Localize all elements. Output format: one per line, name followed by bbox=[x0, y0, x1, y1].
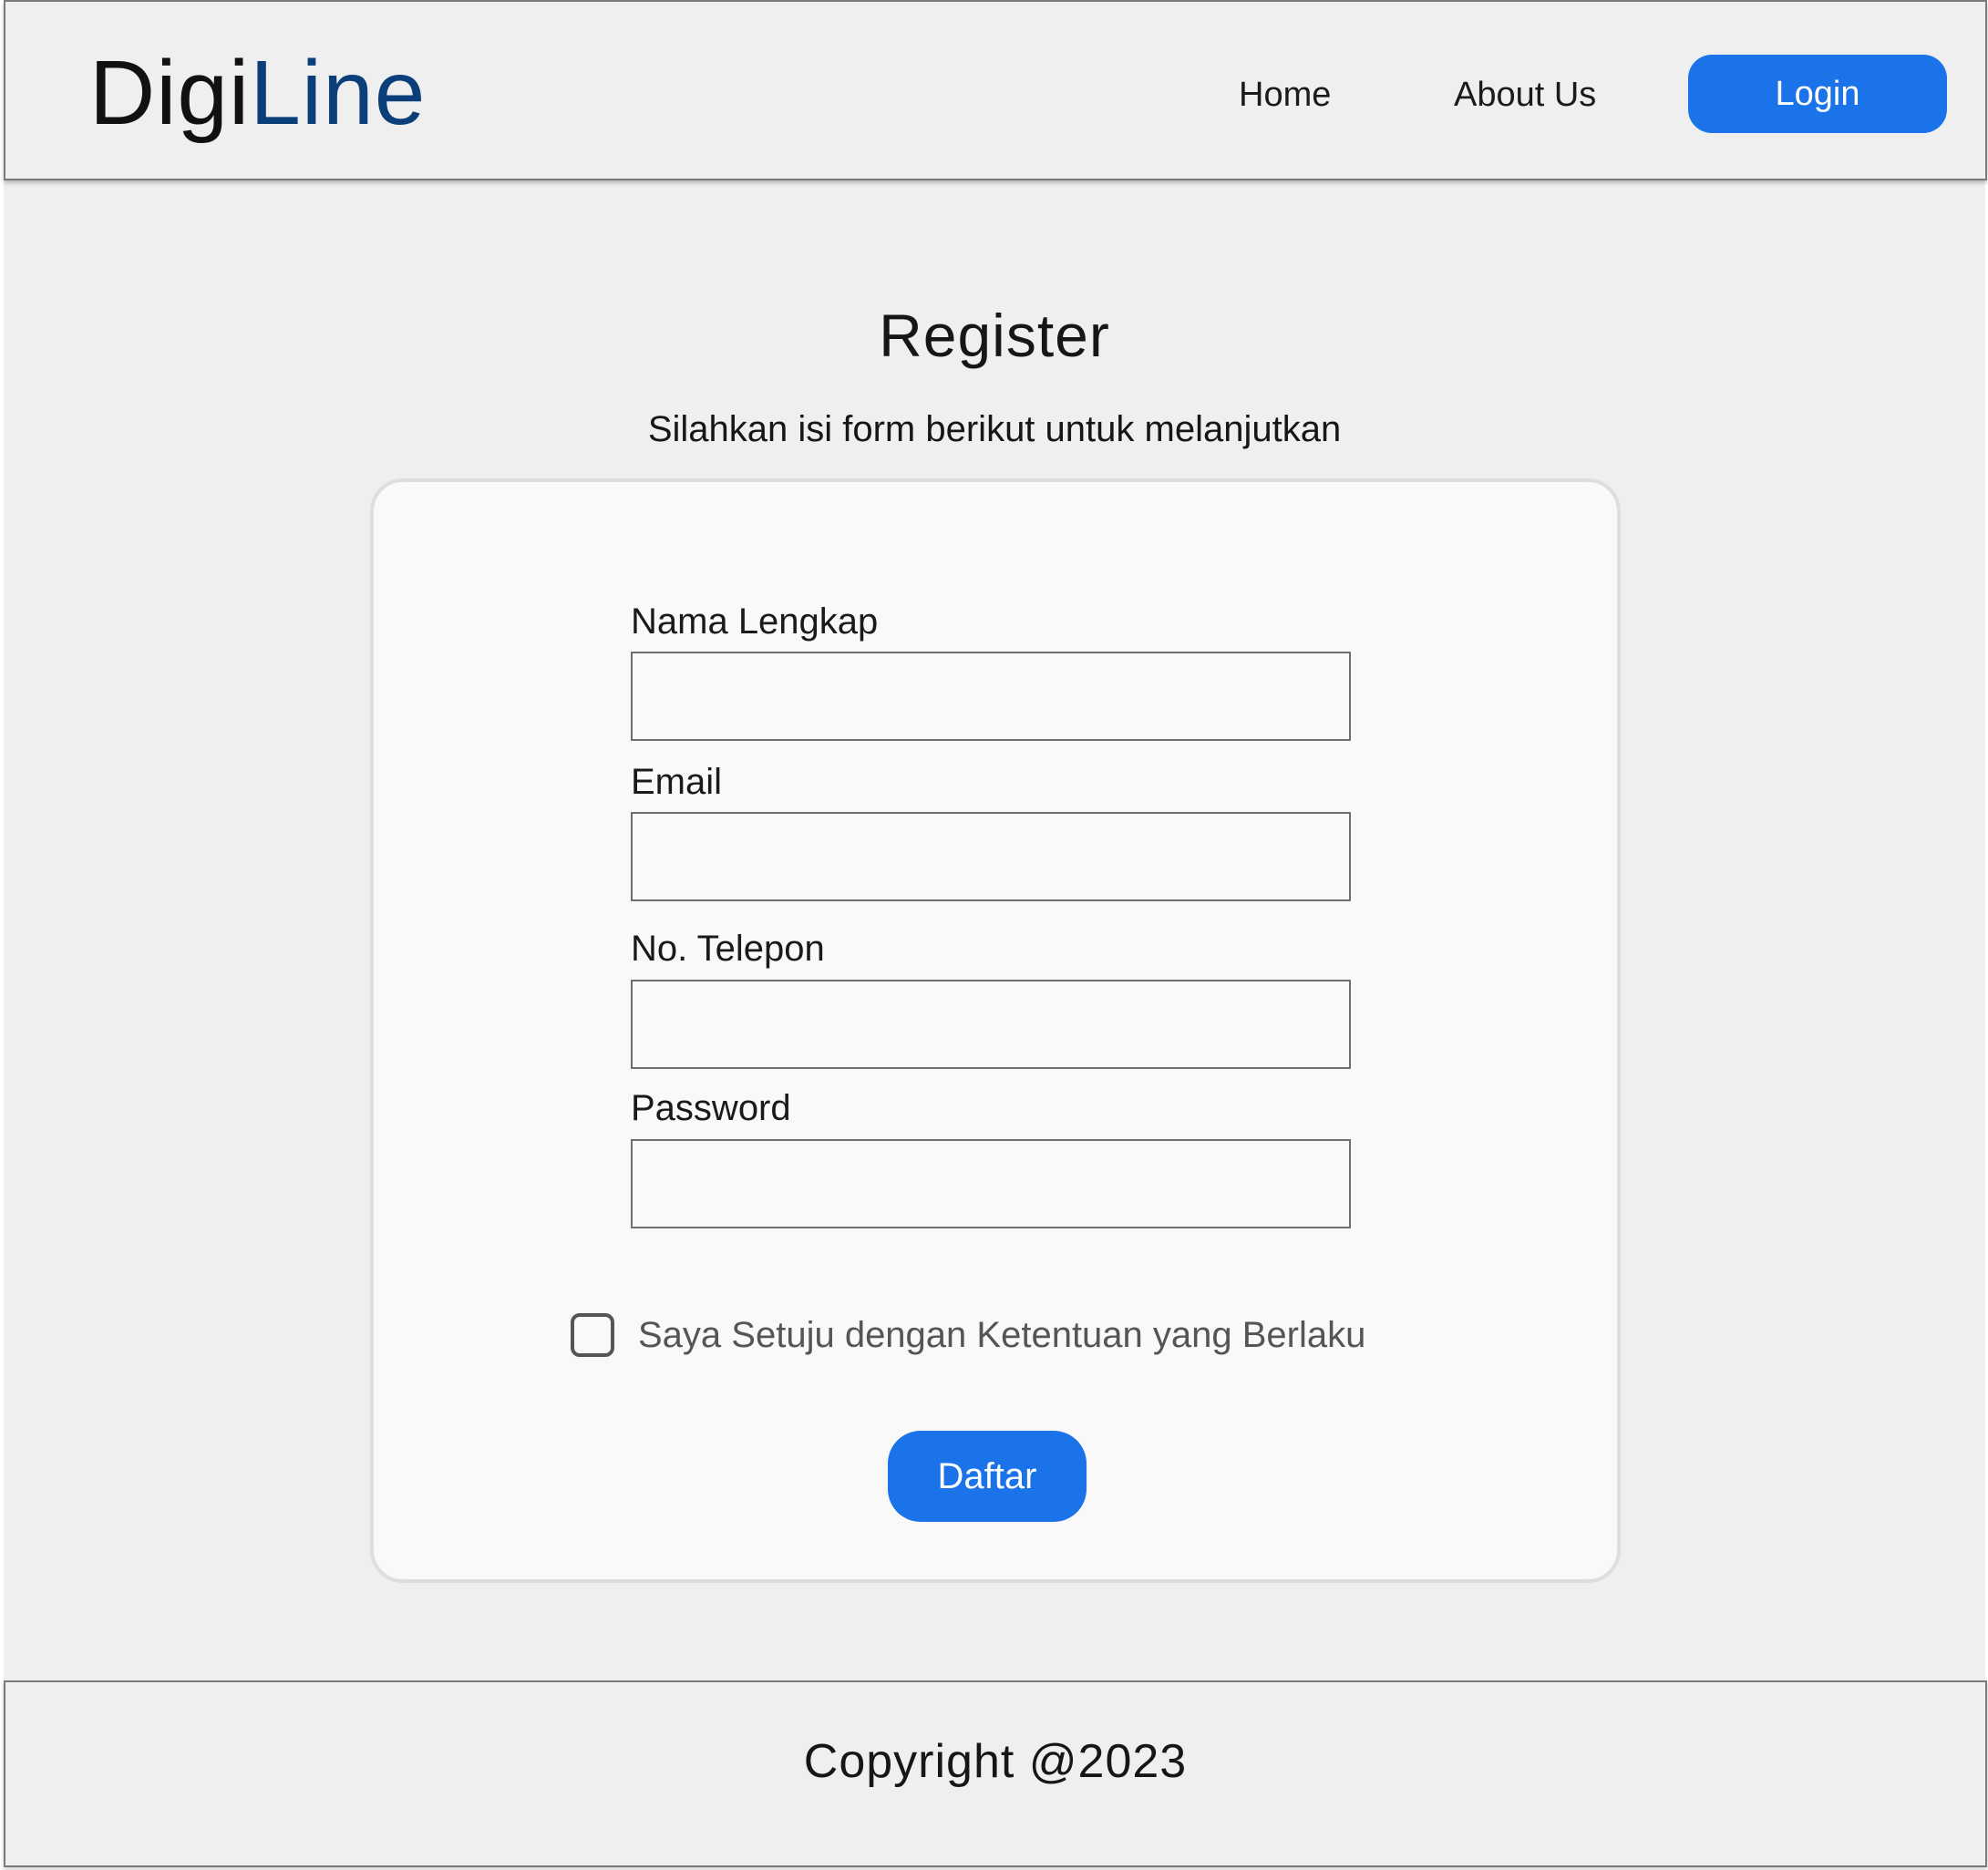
page-subtitle: Silahkan isi form berikut untuk melanjut… bbox=[647, 409, 1342, 449]
register-submit-button[interactable]: Daftar bbox=[888, 1431, 1087, 1522]
phone-input[interactable] bbox=[631, 980, 1351, 1069]
logo-text-line: Line bbox=[250, 42, 427, 144]
brand-logo[interactable]: DigiLine bbox=[89, 38, 426, 148]
footer: Copyright @2023 bbox=[4, 1680, 1987, 1867]
nav-home-link[interactable]: Home bbox=[1239, 72, 1331, 118]
terms-checkbox[interactable] bbox=[571, 1313, 614, 1357]
logo-text-digi: Digi bbox=[89, 42, 251, 144]
terms-label[interactable]: Saya Setuju dengan Ketentuan yang Berlak… bbox=[638, 1312, 1365, 1358]
phone-label: No. Telepon bbox=[631, 929, 825, 969]
password-input[interactable] bbox=[631, 1139, 1351, 1228]
terms-agreement[interactable]: Saya Setuju dengan Ketentuan yang Berlak… bbox=[571, 1312, 1365, 1358]
password-label: Password bbox=[631, 1088, 791, 1128]
email-input[interactable] bbox=[631, 812, 1351, 901]
email-label: Email bbox=[631, 762, 723, 802]
register-form-card: Nama Lengkap Email No. Telepon Password … bbox=[370, 478, 1621, 1583]
nav-about-us-link[interactable]: About Us bbox=[1454, 72, 1596, 118]
full-name-label: Nama Lengkap bbox=[631, 601, 879, 642]
copyright-text: Copyright @2023 bbox=[803, 1735, 1188, 1788]
login-button[interactable]: Login bbox=[1688, 55, 1947, 133]
page: DigiLine Home About Us Login Register Si… bbox=[4, 0, 1987, 1867]
page-title: Register bbox=[879, 302, 1110, 369]
top-navbar: DigiLine Home About Us Login bbox=[4, 0, 1987, 180]
full-name-input[interactable] bbox=[631, 652, 1351, 741]
